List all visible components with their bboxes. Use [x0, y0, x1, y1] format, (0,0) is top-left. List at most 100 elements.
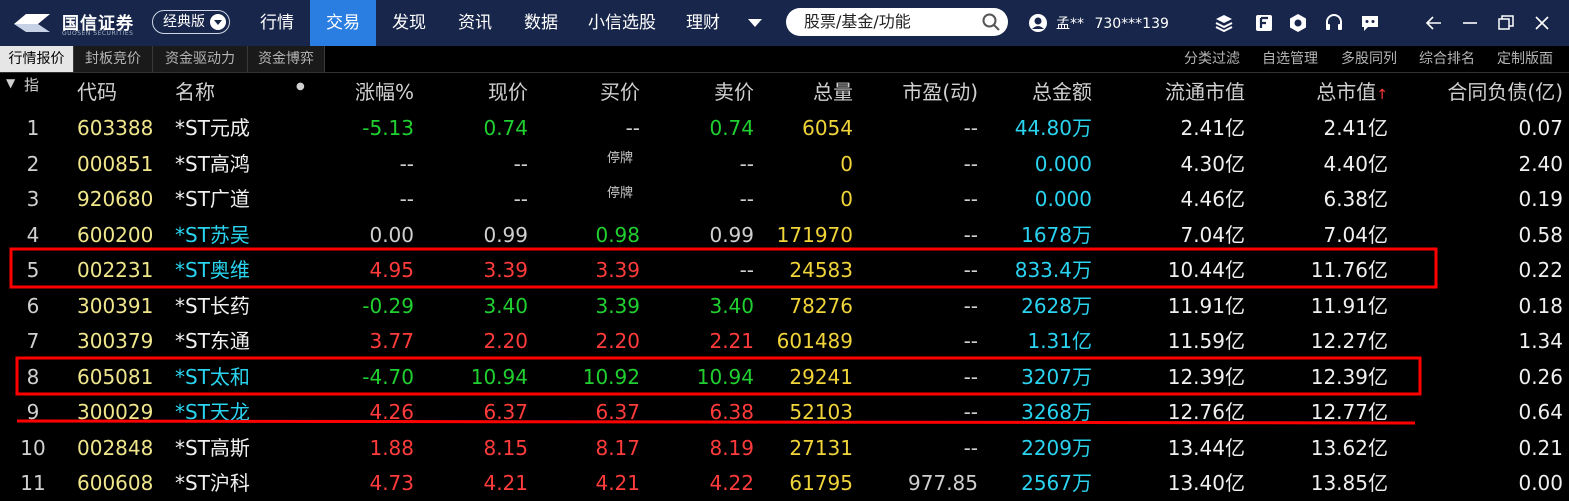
tab-limit-bidding[interactable]: 封板竞价 [74, 46, 153, 72]
tab-capital-game[interactable]: 资金博弈 [248, 46, 325, 72]
header-bid[interactable]: 买价 [600, 73, 640, 111]
sort-triangle-icon[interactable]: ▼ [6, 73, 15, 93]
cell-volume: 52103 [789, 400, 853, 424]
cell-volume: 27131 [789, 435, 853, 460]
cell-pe: -- [963, 151, 978, 176]
header-total-cap[interactable]: 总市值↑ [1316, 73, 1388, 114]
message-icon[interactable] [1360, 13, 1380, 33]
header-name[interactable]: 名称 [175, 73, 215, 111]
cell-pe: -- [963, 222, 978, 247]
header-change-pct[interactable]: 涨幅% [355, 73, 414, 111]
cell-change: -5.13 [362, 116, 414, 140]
cell-bid: 3.39 [595, 258, 640, 282]
cell-float-cap: 12.39亿 [1167, 364, 1245, 389]
settings-hex-icon[interactable] [1288, 13, 1308, 33]
tab-capital-drive[interactable]: 资金驱动力 [153, 46, 248, 72]
cell-bid: 停牌 [607, 186, 634, 201]
header-price[interactable]: 现价 [488, 73, 528, 111]
sort-up-arrow-icon: ↑ [1376, 87, 1388, 103]
cell-bid: 4.21 [595, 471, 640, 495]
cell-index: 1 [26, 116, 40, 140]
cell-float-cap: 4.46亿 [1180, 187, 1245, 211]
finance-f-icon[interactable] [1254, 13, 1274, 33]
custom-layout-button[interactable]: 定制版面 [1497, 46, 1553, 72]
cell-pe: 977.85 [908, 471, 978, 495]
back-arrow-icon[interactable] [1424, 13, 1444, 33]
cell-ask: -- [739, 258, 754, 282]
table-row[interactable]: 11 600608 *ST沪科 4.73 4.21 4.21 4.22 61795 977.85… [0, 466, 1569, 501]
header-index[interactable]: 指 [24, 73, 39, 97]
cell-code: 603388 [77, 116, 154, 140]
cell-name: *ST沪科 [175, 471, 250, 495]
nav-wealth[interactable]: 理财 [672, 0, 734, 46]
cell-liab: 0.21 [1518, 435, 1563, 460]
minimize-icon[interactable] [1460, 13, 1480, 33]
table-row[interactable]: 9 300029 *ST天龙 4.26 6.37 6.37 6.38 52103 -- 3268万… [0, 395, 1569, 430]
cell-liab: 0.22 [1518, 258, 1563, 282]
nav-news[interactable]: 资讯 [444, 0, 506, 46]
header-float-cap[interactable]: 流通市值 [1165, 73, 1245, 111]
layers-icon[interactable] [1214, 13, 1234, 33]
cell-name: *ST东通 [175, 329, 250, 353]
cell-index: 3 [26, 187, 40, 211]
multi-stock-button[interactable]: 多股同列 [1341, 46, 1397, 72]
cell-index: 8 [26, 364, 40, 389]
user-account[interactable]: 孟** 730***139 [1056, 13, 1169, 33]
search-input[interactable]: 股票/基金/功能 [786, 8, 1008, 36]
table-row[interactable]: 6 300391 *ST长药 -0.29 3.40 3.39 3.40 78276 -- 2628… [0, 289, 1569, 324]
cell-volume: 0 [840, 187, 853, 211]
cell-float-cap: 12.76亿 [1167, 400, 1245, 424]
cell-price: 0.99 [483, 222, 528, 247]
cell-price: 2.20 [483, 329, 528, 353]
cell-change: 4.73 [369, 471, 414, 495]
table-row[interactable]: 1 603388 *ST元成 -5.13 0.74 -- 0.74 6054 -- 44.80万 2… [0, 111, 1569, 146]
ranking-button[interactable]: 综合排名 [1419, 46, 1475, 72]
cell-liab: 0.18 [1518, 293, 1563, 318]
headset-icon[interactable] [1324, 13, 1344, 33]
table-row[interactable]: 7 300379 *ST东通 3.77 2.20 2.20 2.21 601489 -- 1.31… [0, 324, 1569, 359]
close-icon[interactable] [1532, 13, 1552, 33]
header-pe[interactable]: 市盈(动) [902, 73, 978, 111]
edition-dropdown[interactable]: 经典版 [152, 10, 230, 34]
header-contract-liab[interactable]: 合同负债(亿) [1447, 73, 1563, 111]
search-icon[interactable] [982, 13, 1000, 31]
nav-trade[interactable]: 交易 [310, 0, 376, 46]
nav-quotes[interactable]: 行情 [246, 0, 308, 46]
cell-pe: -- [963, 187, 978, 211]
table-row[interactable]: 5 002231 *ST奥维 4.95 3.39 3.39 -- 24583 -- 833.4万 1… [0, 253, 1569, 288]
tab-quote-list[interactable]: 行情报价 [0, 46, 74, 72]
user-avatar-icon[interactable] [1028, 13, 1048, 33]
table-row[interactable]: 10 002848 *ST高斯 1.88 8.15 8.17 8.19 27131 -- 2209… [0, 431, 1569, 466]
restore-icon[interactable] [1496, 13, 1516, 33]
cell-bid: 停牌 [607, 150, 634, 166]
nav-discover[interactable]: 发现 [378, 0, 440, 46]
cell-index: 10 [20, 435, 46, 460]
table-row[interactable]: 2 000851 *ST高鸿 -- -- 停牌 -- 0 -- 0.000 4.30亿 4.40亿 2.… [0, 147, 1569, 182]
nav-more-chevron-icon[interactable] [748, 19, 762, 27]
cell-total-cap: 6.38亿 [1323, 187, 1388, 211]
table-row[interactable]: 3 920680 *ST广道 -- -- 停牌 -- 0 -- 0.000 4.46亿 6.38亿 0.… [0, 182, 1569, 217]
nav-stock-picker[interactable]: 小信选股 [578, 0, 666, 46]
header-code[interactable]: 代码 [77, 73, 117, 111]
cell-code: 600200 [77, 222, 154, 247]
cell-liab: 2.40 [1518, 151, 1563, 176]
table-row[interactable]: 4 600200 *ST苏吴 0.00 0.99 0.98 0.99 171970 -- 1678… [0, 218, 1569, 253]
header-ask[interactable]: 卖价 [714, 73, 754, 111]
table-row[interactable]: 8 605081 *ST太和 -4.70 10.94 10.92 10.94 29241 -- 3… [0, 360, 1569, 395]
nav-data[interactable]: 数据 [510, 0, 572, 46]
watchlist-manage-button[interactable]: 自选管理 [1262, 46, 1318, 72]
filter-button[interactable]: 分类过滤 [1184, 46, 1240, 72]
cell-total-cap: 13.85亿 [1310, 471, 1388, 495]
header-amount[interactable]: 总金额 [1032, 73, 1092, 111]
cell-code: 600608 [77, 471, 154, 495]
cell-pe: -- [963, 329, 978, 353]
cell-float-cap: 10.44亿 [1167, 258, 1245, 282]
cell-index: 11 [20, 471, 46, 495]
cell-change: 0.00 [369, 222, 414, 247]
cell-amount: 1.31亿 [1027, 329, 1092, 353]
cell-change: 1.88 [369, 435, 414, 460]
header-volume[interactable]: 总量 [813, 73, 853, 111]
cell-price: 3.39 [483, 258, 528, 282]
cell-bid: 10.92 [582, 364, 640, 389]
cell-liab: 1.34 [1518, 329, 1563, 353]
